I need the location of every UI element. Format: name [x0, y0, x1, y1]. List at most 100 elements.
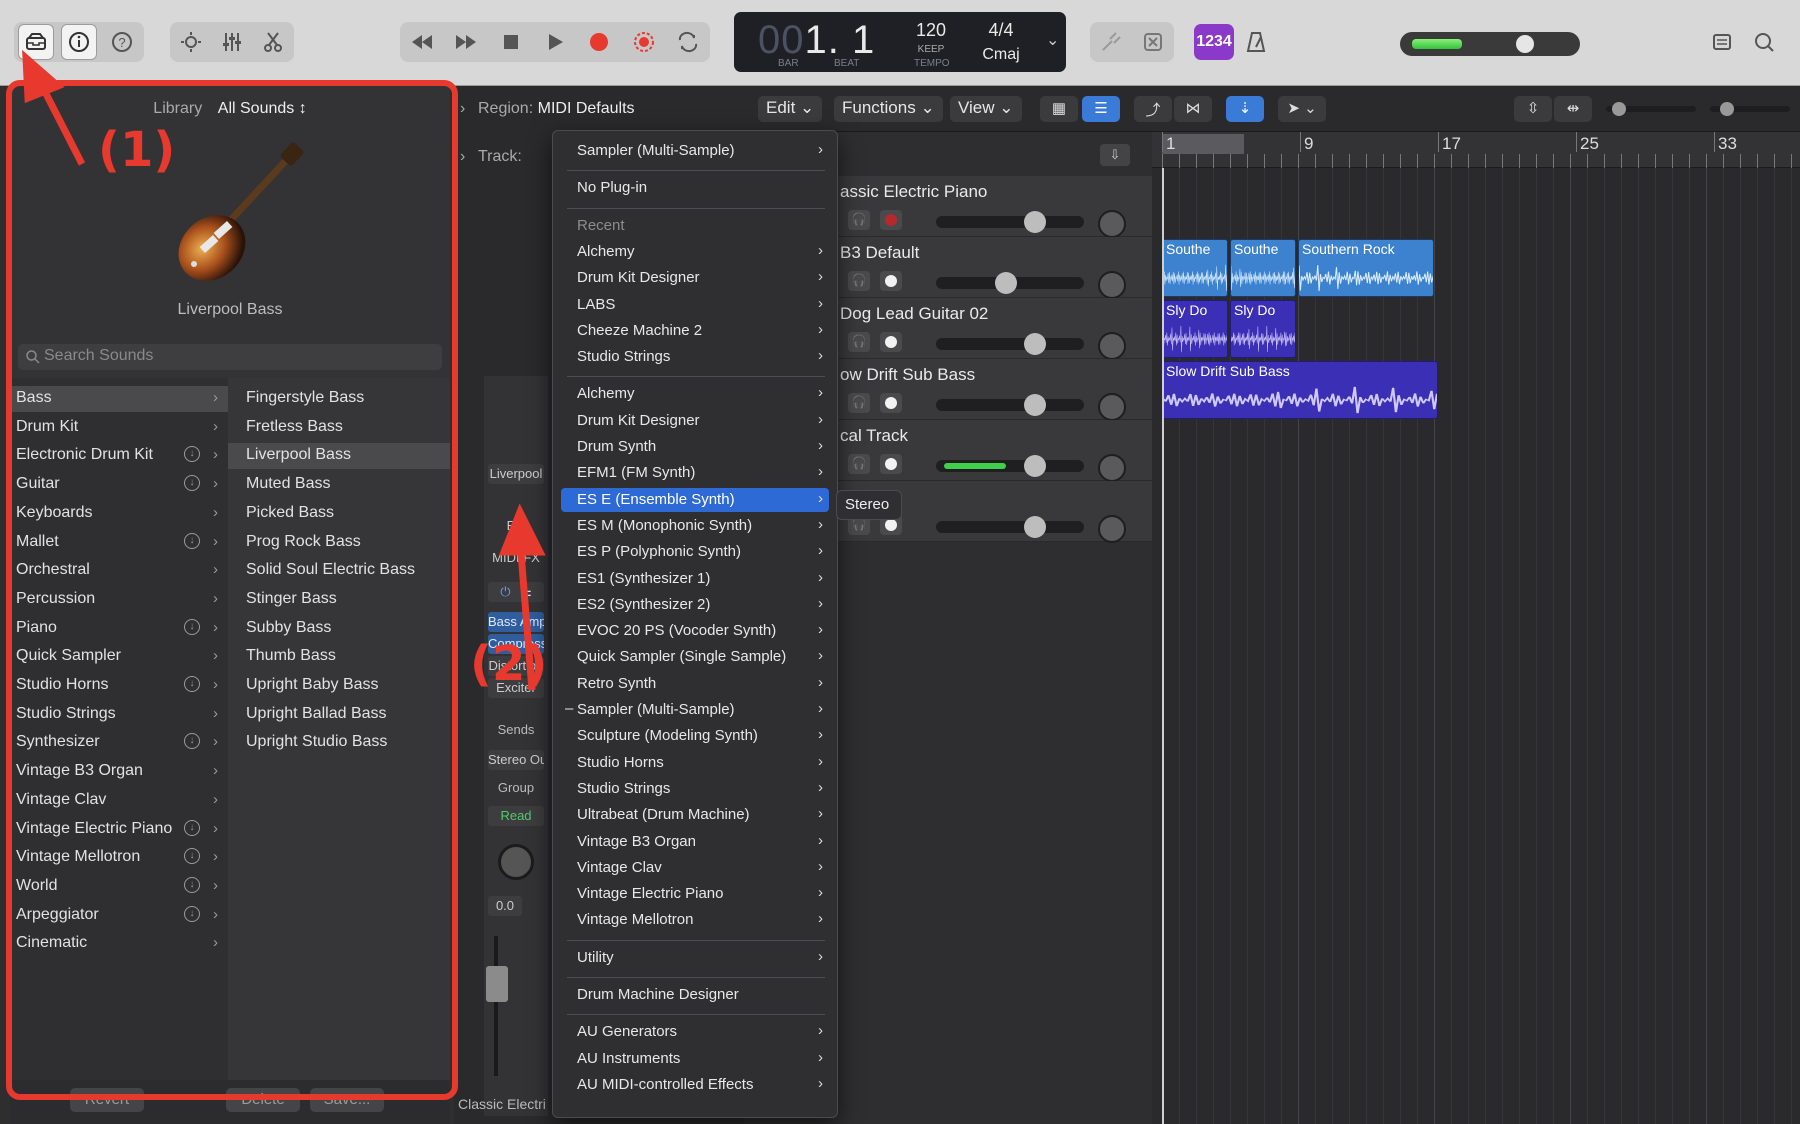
tuner-button[interactable]: [1093, 24, 1129, 60]
pointer-tool-menu[interactable]: ➤ ⌄: [1278, 96, 1326, 122]
track-name[interactable]: ow Drift Sub Bass: [840, 365, 975, 385]
track-volume-slider[interactable]: [936, 516, 1084, 538]
flex-button[interactable]: ⋈: [1174, 96, 1212, 122]
menu-item[interactable]: ES M (Monophonic Synth) ›: [561, 514, 829, 538]
master-volume-knob[interactable]: [1516, 35, 1535, 53]
track-volume-slider[interactable]: [936, 211, 1084, 233]
midi-region[interactable]: Slow Drift Sub Bass: [1162, 361, 1438, 419]
output-slot[interactable]: Stereo Out: [488, 750, 544, 770]
rewind-button[interactable]: [404, 24, 440, 60]
pan-knob[interactable]: [498, 844, 534, 880]
menu-item[interactable]: Quick Sampler (Single Sample) ›: [561, 645, 829, 669]
menu-item[interactable]: Utility ›: [561, 946, 829, 970]
midi-region[interactable]: Sly Do: [1162, 300, 1228, 358]
quick-help-button[interactable]: ?: [104, 24, 140, 60]
key-signature[interactable]: Cmaj: [970, 46, 1032, 64]
menu-item[interactable]: Drum Kit Designer ›: [561, 266, 829, 290]
cycle-button[interactable]: [670, 24, 706, 60]
headphones-icon[interactable]: 🎧: [848, 393, 870, 413]
menu-item[interactable]: Vintage Clav ›: [561, 856, 829, 880]
audio-fx-slot-1[interactable]: Bass Amp: [488, 612, 544, 632]
input-monitor-button[interactable]: [880, 271, 902, 291]
input-monitor-button[interactable]: [880, 332, 902, 352]
menu-item[interactable]: No Plug-in: [561, 176, 829, 200]
editors-button[interactable]: [255, 24, 291, 60]
list-view-button[interactable]: ☰: [1082, 96, 1120, 122]
functions-menu[interactable]: Functions ⌄: [834, 96, 943, 122]
track-volume-slider[interactable]: [936, 272, 1084, 294]
track-volume-slider[interactable]: [936, 455, 1084, 477]
chevron-down-icon[interactable]: ⌄: [1046, 30, 1059, 50]
slider-knob[interactable]: [1612, 102, 1626, 116]
menu-item[interactable]: Alchemy ›: [561, 382, 829, 406]
metronome-button[interactable]: [1238, 24, 1274, 60]
stop-button[interactable]: [493, 24, 529, 60]
track-name[interactable]: B3 Default: [840, 243, 919, 263]
menu-item[interactable]: EFM1 (FM Synth) ›: [561, 461, 829, 485]
volume-knob[interactable]: [995, 272, 1018, 294]
audio-region[interactable]: Southe: [1230, 239, 1296, 297]
edit-menu[interactable]: Edit ⌄: [758, 96, 823, 122]
chevron-right-icon[interactable]: ›: [460, 100, 465, 118]
sliders-icon[interactable]: ⚌: [520, 584, 532, 599]
headphones-icon[interactable]: 🎧: [848, 210, 870, 230]
pan-knob[interactable]: [1098, 515, 1126, 543]
solo-mode-button[interactable]: [1135, 24, 1171, 60]
track-inspector-header[interactable]: Track:: [478, 148, 522, 166]
menu-item[interactable]: Retro Synth ›: [561, 672, 829, 696]
group-slot[interactable]: Group: [484, 780, 548, 795]
tracks-area[interactable]: 1 9 17 25 33 Southe Southe Southern Rock Sly Do…: [1152, 132, 1800, 1124]
pan-knob[interactable]: [1098, 393, 1126, 421]
region-inspector-header[interactable]: Region: MIDI Defaults: [478, 100, 635, 118]
vertical-zoom-fit-button[interactable]: ⇳: [1514, 96, 1552, 122]
pan-knob[interactable]: [1098, 210, 1126, 238]
pan-knob[interactable]: [1098, 454, 1126, 482]
menu-item[interactable]: AU Instruments ›: [561, 1047, 829, 1071]
grid-view-button[interactable]: ▦: [1040, 96, 1078, 122]
menu-item[interactable]: EVOC 20 PS (Vocoder Synth) ›: [561, 619, 829, 643]
menu-item[interactable]: Ultrabeat (Drum Machine) ›: [561, 803, 829, 827]
volume-knob[interactable]: [1024, 394, 1047, 416]
track-volume-slider[interactable]: [936, 333, 1084, 355]
vertical-zoom-slider[interactable]: [1606, 102, 1696, 116]
replace-record-button[interactable]: [626, 24, 662, 60]
master-volume-slider[interactable]: [1400, 32, 1580, 56]
menu-item[interactable]: – Sampler (Multi-Sample) ›: [561, 698, 829, 722]
volume-value[interactable]: 0.0: [488, 896, 522, 916]
record-button[interactable]: [581, 24, 617, 60]
pan-knob[interactable]: [1098, 332, 1126, 360]
volume-fader-knob[interactable]: [486, 966, 508, 1002]
menu-item[interactable]: Drum Synth ›: [561, 435, 829, 459]
track-name[interactable]: Dog Lead Guitar 02: [840, 304, 988, 324]
menu-item[interactable]: Drum Machine Designer: [561, 983, 829, 1007]
power-icon[interactable]: ⏻: [500, 584, 510, 599]
headphones-icon[interactable]: 🎧: [848, 332, 870, 352]
menu-item[interactable]: Drum Kit Designer ›: [561, 409, 829, 433]
volume-knob[interactable]: [1024, 333, 1047, 355]
time-signature[interactable]: 4/4: [970, 20, 1032, 41]
midi-region[interactable]: Sly Do: [1230, 300, 1296, 358]
bar-ruler[interactable]: 1 9 17 25 33: [1152, 132, 1800, 168]
slider-knob[interactable]: [1720, 102, 1734, 116]
play-button[interactable]: [537, 24, 573, 60]
horizontal-zoom-fit-button[interactable]: ⇹: [1554, 96, 1592, 122]
inspector-button[interactable]: [60, 24, 97, 60]
input-monitor-button[interactable]: [880, 454, 902, 474]
menu-item[interactable]: Vintage B3 Organ ›: [561, 830, 829, 854]
menu-item[interactable]: Studio Strings ›: [561, 345, 829, 369]
track-name[interactable]: cal Track: [840, 426, 908, 446]
submenu-item-stereo[interactable]: Stereo: [845, 496, 889, 513]
eq-button[interactable]: EQ: [488, 516, 544, 536]
menu-item[interactable]: Sculpture (Modeling Synth) ›: [561, 724, 829, 748]
automation-mode[interactable]: Read: [488, 806, 544, 826]
count-in-button[interactable]: 1234: [1194, 24, 1234, 60]
track-volume-slider[interactable]: [936, 394, 1084, 416]
menu-item[interactable]: ES2 (Synthesizer 2) ›: [561, 593, 829, 617]
chevron-right-icon[interactable]: ›: [460, 148, 465, 166]
audio-region[interactable]: Southe: [1162, 239, 1228, 297]
audio-region[interactable]: Southern Rock: [1298, 239, 1434, 297]
input-monitor-button[interactable]: [880, 393, 902, 413]
volume-knob[interactable]: [1024, 211, 1047, 233]
menu-item[interactable]: Vintage Electric Piano ›: [561, 882, 829, 906]
horizontal-zoom-slider[interactable]: [1710, 102, 1790, 116]
